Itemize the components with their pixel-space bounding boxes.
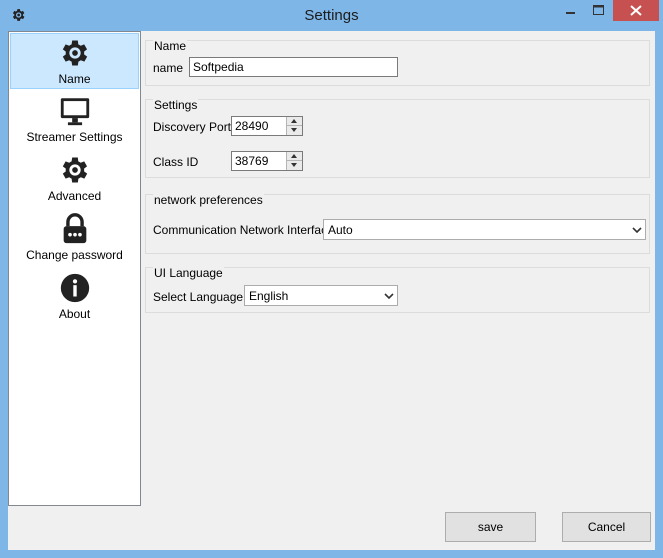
- chevron-down-icon: [384, 293, 394, 300]
- settings-groupbox: Settings Discovery Port 28490 Class ID 3…: [145, 98, 650, 178]
- sidebar-item-label: About: [58, 307, 91, 321]
- language-select[interactable]: English: [244, 285, 398, 306]
- discovery-port-stepper[interactable]: 28490: [231, 116, 303, 136]
- network-preferences-groupbox: network preferences Communication Networ…: [145, 193, 650, 254]
- settings-window: Settings Name Streamer Settings Advanced…: [0, 0, 663, 558]
- class-id-stepper[interactable]: 38769: [231, 151, 303, 171]
- gear-icon: [62, 157, 87, 183]
- minimize-icon: [566, 12, 575, 14]
- sidebar-item-label: Advanced: [47, 189, 102, 203]
- discovery-port-label: Discovery Port: [153, 120, 232, 134]
- class-id-value: 38769: [235, 154, 269, 168]
- sidebar-item-about[interactable]: About: [10, 269, 139, 325]
- network-interface-select[interactable]: Auto: [323, 219, 646, 240]
- class-id-label: Class ID: [153, 155, 199, 169]
- close-icon: [630, 5, 642, 16]
- discovery-port-value: 28490: [235, 119, 269, 133]
- sidebar-item-label: Name: [58, 72, 91, 86]
- sidebar-item-streamer-settings[interactable]: Streamer Settings: [10, 92, 139, 148]
- ui-language-groupbox: UI Language Select Language English: [145, 266, 650, 313]
- spin-up-button[interactable]: [287, 152, 302, 161]
- chevron-down-icon: [632, 227, 642, 234]
- sidebar-item-label: Streamer Settings: [26, 130, 123, 144]
- monitor-icon: [60, 98, 89, 126]
- close-button[interactable]: [613, 0, 659, 21]
- client-area: Name Streamer Settings Advanced Change p…: [8, 31, 655, 550]
- spin-buttons: [286, 117, 302, 135]
- selected-value: Auto: [328, 223, 353, 237]
- group-title: Settings: [153, 98, 199, 112]
- minimize-button[interactable]: [557, 0, 584, 21]
- name-field[interactable]: Softpedia: [189, 57, 398, 77]
- selected-value: English: [249, 289, 289, 303]
- sidebar-item-name[interactable]: Name: [10, 33, 139, 89]
- spin-down-button[interactable]: [287, 126, 302, 135]
- save-button[interactable]: save: [445, 512, 536, 542]
- name-label: name: [153, 61, 184, 75]
- group-title: network preferences: [153, 193, 264, 207]
- name-groupbox: Name name Softpedia: [145, 39, 650, 86]
- spin-down-button[interactable]: [287, 161, 302, 170]
- cancel-button[interactable]: Cancel: [562, 512, 651, 542]
- language-label: Select Language: [153, 290, 244, 304]
- sidebar-item-advanced[interactable]: Advanced: [10, 151, 139, 207]
- spin-up-button[interactable]: [287, 117, 302, 126]
- settings-sidebar: Name Streamer Settings Advanced Change p…: [8, 31, 141, 506]
- group-title: Name: [153, 39, 188, 53]
- gear-icon: [62, 40, 87, 66]
- interface-label: Communication Network Interface: [153, 223, 334, 237]
- info-icon: [60, 273, 89, 303]
- spin-buttons: [286, 152, 302, 170]
- title-bar[interactable]: Settings: [0, 0, 663, 30]
- lock-icon: [63, 213, 86, 244]
- maximize-icon: [593, 5, 604, 15]
- sidebar-item-change-password[interactable]: Change password: [10, 210, 139, 266]
- maximize-button[interactable]: [585, 0, 612, 21]
- sidebar-item-label: Change password: [26, 248, 123, 262]
- group-title: UI Language: [153, 266, 224, 280]
